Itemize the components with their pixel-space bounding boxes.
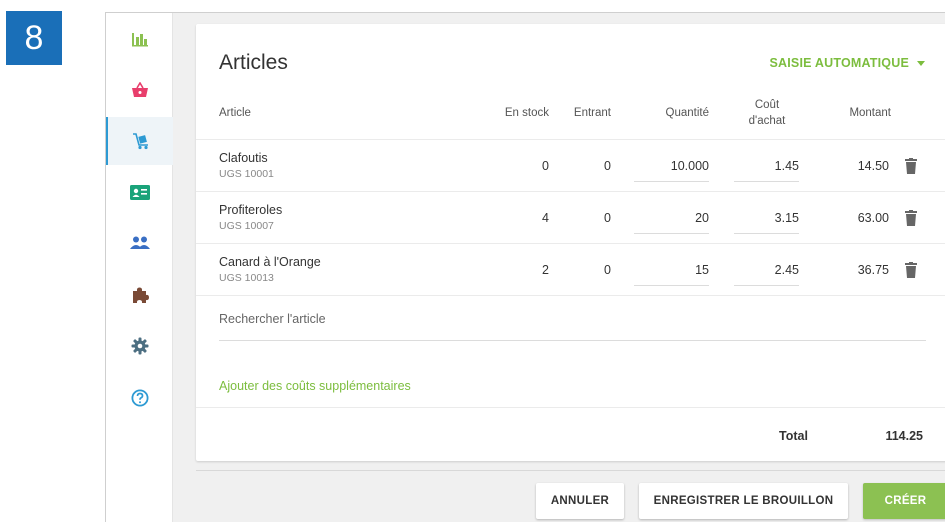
create-button[interactable]: CRÉER [863, 483, 945, 519]
table-row-1-article: Clafoutis UGS 10001 [219, 151, 274, 180]
amount-value: 63.00 [857, 211, 889, 225]
sidebar-item-integrations[interactable] [106, 271, 173, 319]
sidebar-item-dashboard[interactable] [106, 15, 173, 63]
table-row-2-article: Profiteroles UGS 10007 [219, 203, 282, 232]
bar-chart-icon [131, 33, 148, 47]
trash-icon[interactable] [905, 210, 917, 226]
quantity-input-underline [634, 285, 709, 286]
article-name: Profiteroles [219, 203, 283, 217]
quantity-input-underline [634, 233, 709, 234]
trash-icon[interactable] [905, 158, 917, 174]
cost-input-underline [734, 181, 799, 182]
incoming-value: 0 [604, 211, 611, 225]
header-amount: Montant [849, 107, 891, 119]
auto-entry-label: SAISIE AUTOMATIQUE [769, 56, 909, 70]
article-search-input[interactable]: Rechercher l'article [219, 312, 326, 326]
divider [196, 295, 945, 296]
add-additional-costs-link[interactable]: Ajouter des coûts supplémentaires [219, 379, 411, 393]
article-sku: UGS 10013 [219, 272, 274, 284]
search-input-underline [219, 340, 926, 341]
amount-value: 36.75 [857, 263, 889, 277]
id-card-icon [129, 184, 150, 200]
cost-input-underline [734, 233, 799, 234]
sidebar-item-help[interactable] [106, 374, 173, 422]
step-number-badge: 8 [6, 11, 62, 65]
page-title: Articles [219, 51, 288, 74]
sidebar-item-purchases[interactable] [106, 117, 173, 165]
header-quantity: Quantité [665, 107, 709, 119]
users-icon [129, 236, 150, 249]
total-label: Total [779, 429, 808, 443]
footer-divider [196, 470, 945, 471]
sidebar-item-settings[interactable] [106, 322, 173, 370]
in-stock-value: 4 [542, 211, 549, 225]
header-cost-line1: Coût [754, 99, 780, 111]
divider [196, 139, 945, 140]
header-cost-line2: d'achat [748, 115, 786, 127]
header-in-stock: En stock [504, 107, 549, 119]
basket-icon [131, 82, 148, 97]
quantity-input-underline [634, 181, 709, 182]
total-value: 114.25 [885, 429, 923, 443]
gear-icon [131, 337, 148, 355]
amount-value: 14.50 [857, 159, 889, 173]
app-window: Articles SAISIE AUTOMATIQUE Article En s… [105, 12, 945, 522]
articles-card: Articles SAISIE AUTOMATIQUE Article En s… [196, 24, 945, 461]
puzzle-icon [132, 287, 149, 303]
article-sku: UGS 10001 [219, 168, 274, 180]
sidebar-item-team[interactable] [106, 219, 173, 267]
in-stock-value: 0 [542, 159, 549, 173]
divider [196, 191, 945, 192]
caret-down-icon [917, 60, 925, 66]
save-draft-button[interactable]: ENREGISTRER LE BROUILLON [639, 483, 848, 519]
table-row-3-article: Canard à l'Orange UGS 10013 [219, 255, 321, 284]
quantity-input[interactable]: 15 [634, 263, 709, 277]
cost-input-underline [734, 285, 799, 286]
cart-dolly-icon [132, 133, 148, 150]
incoming-value: 0 [604, 263, 611, 277]
article-name: Clafoutis [219, 151, 268, 165]
article-sku: UGS 10007 [219, 220, 274, 232]
divider [196, 407, 945, 408]
header-purchase-cost: Coût d'achat [736, 97, 798, 129]
incoming-value: 0 [604, 159, 611, 173]
in-stock-value: 2 [542, 263, 549, 277]
sidebar-item-sales[interactable] [106, 66, 173, 114]
quantity-input[interactable]: 10.000 [634, 159, 709, 173]
header-article: Article [219, 107, 251, 119]
auto-entry-dropdown[interactable]: SAISIE AUTOMATIQUE [769, 56, 925, 70]
cost-input[interactable]: 1.45 [734, 159, 799, 173]
cost-input[interactable]: 3.15 [734, 211, 799, 225]
sidebar [106, 13, 173, 522]
cancel-button[interactable]: ANNULER [536, 483, 624, 519]
cost-input[interactable]: 2.45 [734, 263, 799, 277]
sidebar-item-contacts[interactable] [106, 168, 173, 216]
quantity-input[interactable]: 20 [634, 211, 709, 225]
article-name: Canard à l'Orange [219, 255, 321, 269]
divider [196, 243, 945, 244]
help-circle-icon [131, 389, 148, 407]
trash-icon[interactable] [905, 262, 917, 278]
header-incoming: Entrant [573, 107, 611, 119]
